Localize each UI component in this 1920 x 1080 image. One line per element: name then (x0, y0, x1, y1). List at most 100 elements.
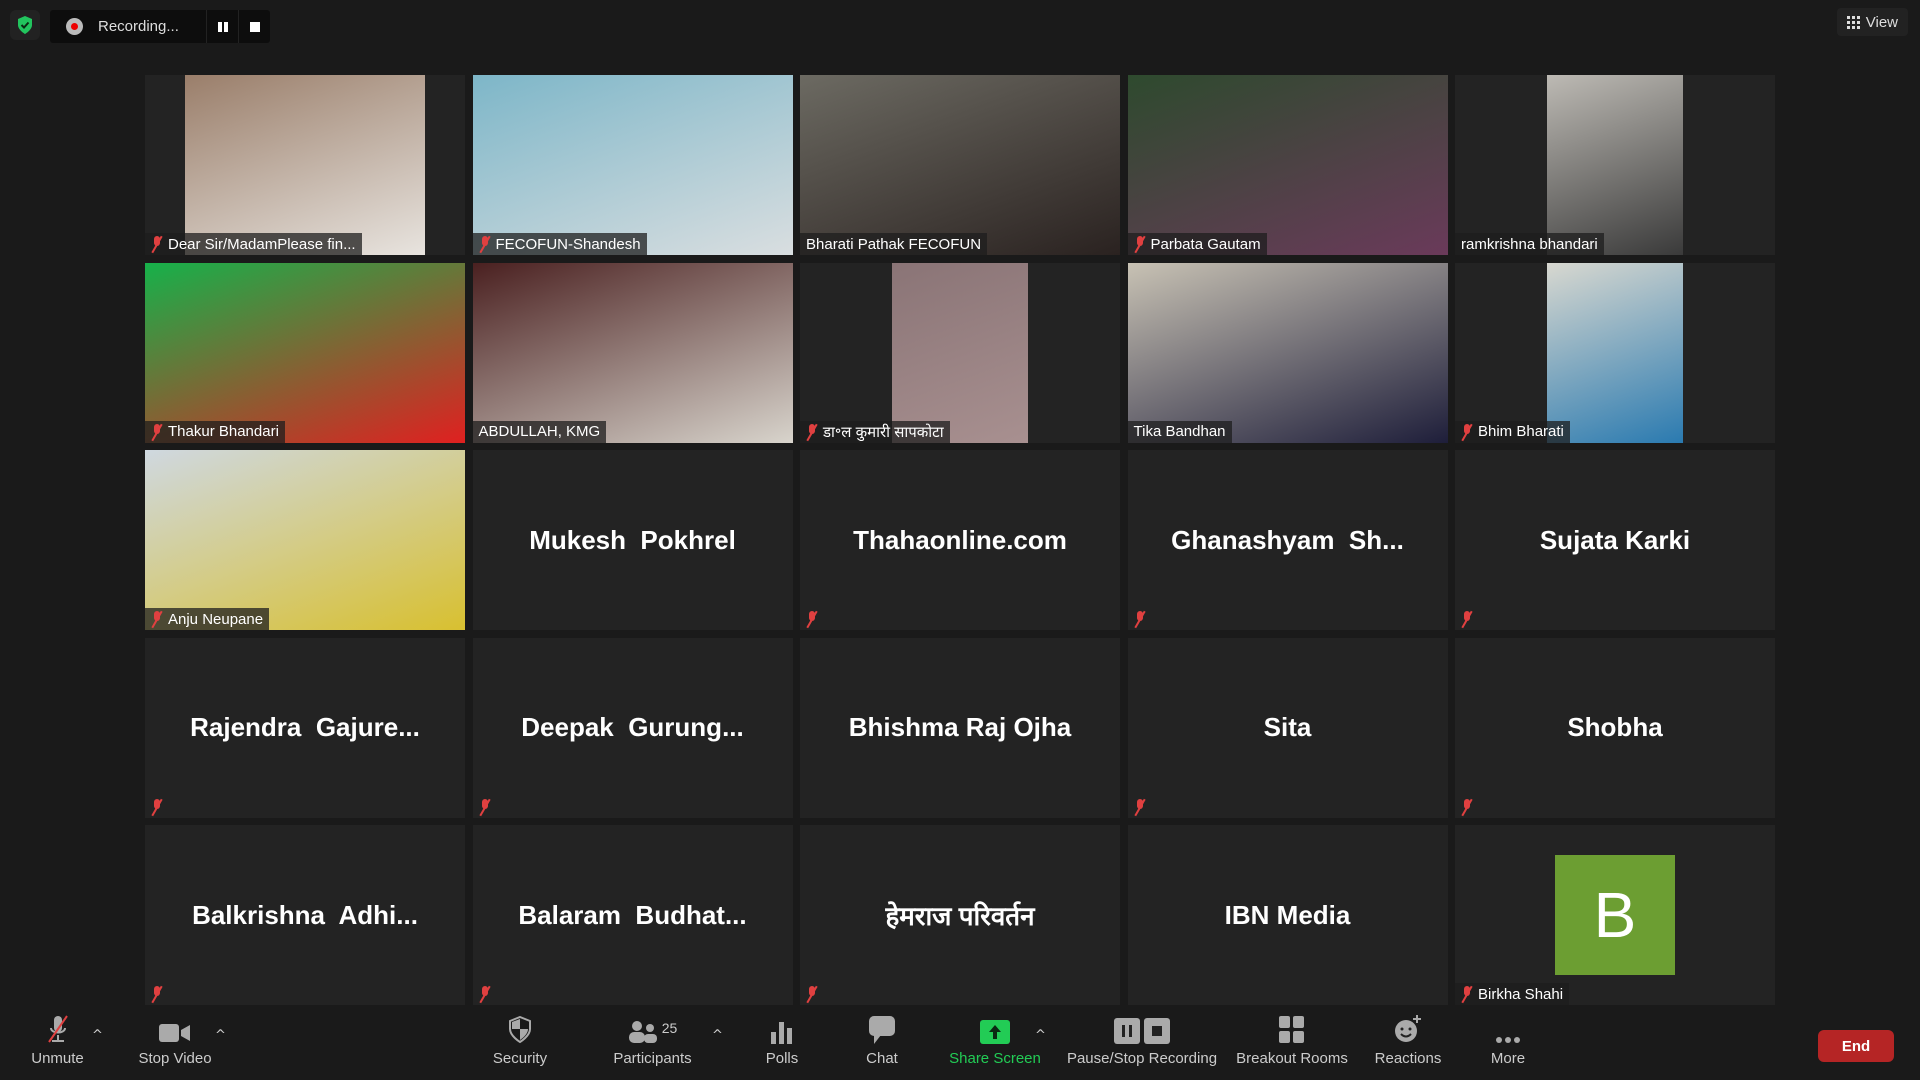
participant-name: Birkha Shahi (1478, 985, 1564, 1003)
participant-name-label (800, 608, 824, 630)
participants-options-caret[interactable]: ^ (712, 1028, 723, 1043)
participant-display-name: Balkrishna Adhi... (192, 899, 418, 930)
pause-stop-recording-label: Pause/Stop Recording (1066, 1050, 1218, 1067)
participant-tile[interactable]: FECOFUN-Shandesh (472, 75, 793, 255)
participant-video (1547, 75, 1683, 255)
participant-display-name: Sita (1263, 712, 1312, 742)
participant-name-label (145, 983, 169, 1005)
stop-recording-button[interactable] (238, 10, 270, 43)
muted-mic-icon (479, 798, 491, 815)
participant-display-name: Deepak Gurung... (521, 712, 744, 742)
muted-mic-icon (1461, 611, 1473, 627)
muted-mic-icon (151, 423, 163, 440)
end-meeting-button[interactable]: End (1818, 1030, 1894, 1062)
grid-icon (1846, 15, 1860, 29)
participant-display-name: Balaram Budhat... (518, 899, 747, 930)
security-button[interactable]: Security (480, 1010, 560, 1080)
unmute-button[interactable]: Unmute (20, 1010, 95, 1080)
muted-mic-icon (806, 611, 818, 627)
participant-name: Dear Sir/MadamPlease fin... (168, 235, 356, 253)
participant-tile[interactable]: Thahaonline.com (800, 450, 1120, 630)
polls-button[interactable]: Polls (752, 1010, 812, 1080)
participant-tile[interactable]: B Birkha Shahi (1455, 825, 1775, 1005)
participant-tile[interactable]: IBN Media (1127, 825, 1448, 1005)
participant-name-label: Bhim Bharati (1455, 420, 1570, 443)
participant-name: ramkrishna bhandari (1461, 235, 1598, 253)
participant-tile[interactable]: Balkrishna Adhi... (145, 825, 465, 1005)
participant-name-label (1128, 796, 1152, 818)
participant-name: ABDULLAH, KMG (478, 423, 601, 440)
participants-icon (628, 1021, 657, 1043)
stop-video-button[interactable]: Stop Video (130, 1010, 220, 1080)
participant-video (1127, 262, 1448, 443)
audio-options-caret[interactable]: ^ (92, 1028, 103, 1043)
participant-name-label (473, 796, 497, 818)
participant-video (472, 262, 793, 443)
participant-tile[interactable]: Parbata Gautam (1127, 75, 1448, 255)
participant-tile[interactable]: Tika Bandhan (1127, 262, 1448, 443)
unmute-label: Unmute (31, 1050, 84, 1067)
participant-tile[interactable]: Thakur Bhandari (145, 262, 465, 443)
participant-video (145, 262, 465, 443)
stop-video-label: Stop Video (138, 1050, 212, 1067)
participant-video (892, 262, 1028, 443)
stop-icon (1144, 1018, 1170, 1044)
polls-label: Polls (765, 1050, 799, 1067)
video-options-caret[interactable]: ^ (215, 1028, 226, 1043)
pause-recording-button[interactable] (206, 10, 238, 43)
participant-tile[interactable]: Shobha (1455, 637, 1775, 818)
more-label: More (1490, 1050, 1526, 1067)
participant-tile[interactable]: Deepak Gurung... (472, 637, 793, 818)
pause-stop-recording-button[interactable]: Pause/Stop Recording (1062, 1010, 1222, 1080)
muted-mic-icon (806, 423, 818, 440)
share-screen-button[interactable]: Share Screen (940, 1010, 1050, 1080)
participant-display-name: Thahaonline.com (853, 524, 1067, 555)
muted-mic-icon (151, 798, 163, 815)
muted-mic-icon (806, 986, 818, 1002)
participant-avatar: B (1555, 855, 1675, 975)
participant-name: डा॰ल कुमारी सापकोटा (823, 423, 944, 441)
participant-tile[interactable]: Bharati Pathak FECOFUN (800, 75, 1120, 255)
more-button[interactable]: More (1478, 1010, 1538, 1080)
participant-name-label: Tika Bandhan (1127, 420, 1232, 443)
breakout-rooms-button[interactable]: Breakout Rooms (1232, 1010, 1352, 1080)
participant-tile[interactable]: डा॰ल कुमारी सापकोटा (800, 262, 1120, 443)
participant-name-label: ramkrishna bhandari (1455, 233, 1604, 255)
muted-mic-icon (151, 986, 163, 1002)
participant-name-label: Parbata Gautam (1127, 233, 1267, 255)
participant-tile[interactable]: Balaram Budhat... (472, 825, 793, 1005)
reactions-label: Reactions (1374, 1050, 1442, 1067)
participant-name: Anju Neupane (168, 610, 264, 628)
view-label: View (1865, 13, 1898, 31)
participant-tile[interactable]: Sita (1127, 637, 1448, 818)
muted-mic-icon (1134, 798, 1146, 815)
participant-name-label: Dear Sir/MadamPlease fin... (145, 233, 362, 255)
participant-tile[interactable]: ramkrishna bhandari (1455, 75, 1775, 255)
muted-mic-icon (1134, 236, 1146, 252)
chat-label: Chat (866, 1050, 898, 1067)
participant-display-name: Rajendra Gajure... (190, 712, 420, 742)
participant-tile[interactable]: Sujata Karki (1455, 450, 1775, 630)
muted-mic-icon (1461, 986, 1473, 1002)
participant-tile[interactable]: Rajendra Gajure... (145, 637, 465, 818)
security-shield-icon (509, 1016, 531, 1044)
participant-display-name: Ghanashyam Sh... (1171, 524, 1404, 555)
chat-button[interactable]: Chat (852, 1010, 912, 1080)
participants-label: Participants (613, 1050, 692, 1067)
participant-tile[interactable]: Bhishma Raj Ojha (800, 637, 1120, 818)
share-options-caret[interactable]: ^ (1035, 1028, 1046, 1043)
participant-tile[interactable]: Anju Neupane (145, 450, 465, 630)
participant-tile[interactable]: Ghanashyam Sh... (1127, 450, 1448, 630)
participant-name-label (473, 983, 497, 1005)
participant-tile[interactable]: Bhim Bharati (1455, 262, 1775, 443)
participants-button[interactable]: 25 Participants (605, 1010, 700, 1080)
participant-tile[interactable]: Mukesh Pokhrel (472, 450, 793, 630)
polls-bar-chart-icon (771, 1022, 792, 1044)
participant-name-label (1128, 608, 1152, 630)
reactions-button[interactable]: Reactions (1368, 1010, 1448, 1080)
participant-tile[interactable]: Dear Sir/MadamPlease fin... (145, 75, 465, 255)
security-shield-icon[interactable] (10, 10, 40, 40)
participant-tile[interactable]: ABDULLAH, KMG (472, 262, 793, 443)
view-button[interactable]: View (1836, 8, 1908, 36)
participant-tile[interactable]: हेमराज परिवर्तन (800, 825, 1120, 1005)
